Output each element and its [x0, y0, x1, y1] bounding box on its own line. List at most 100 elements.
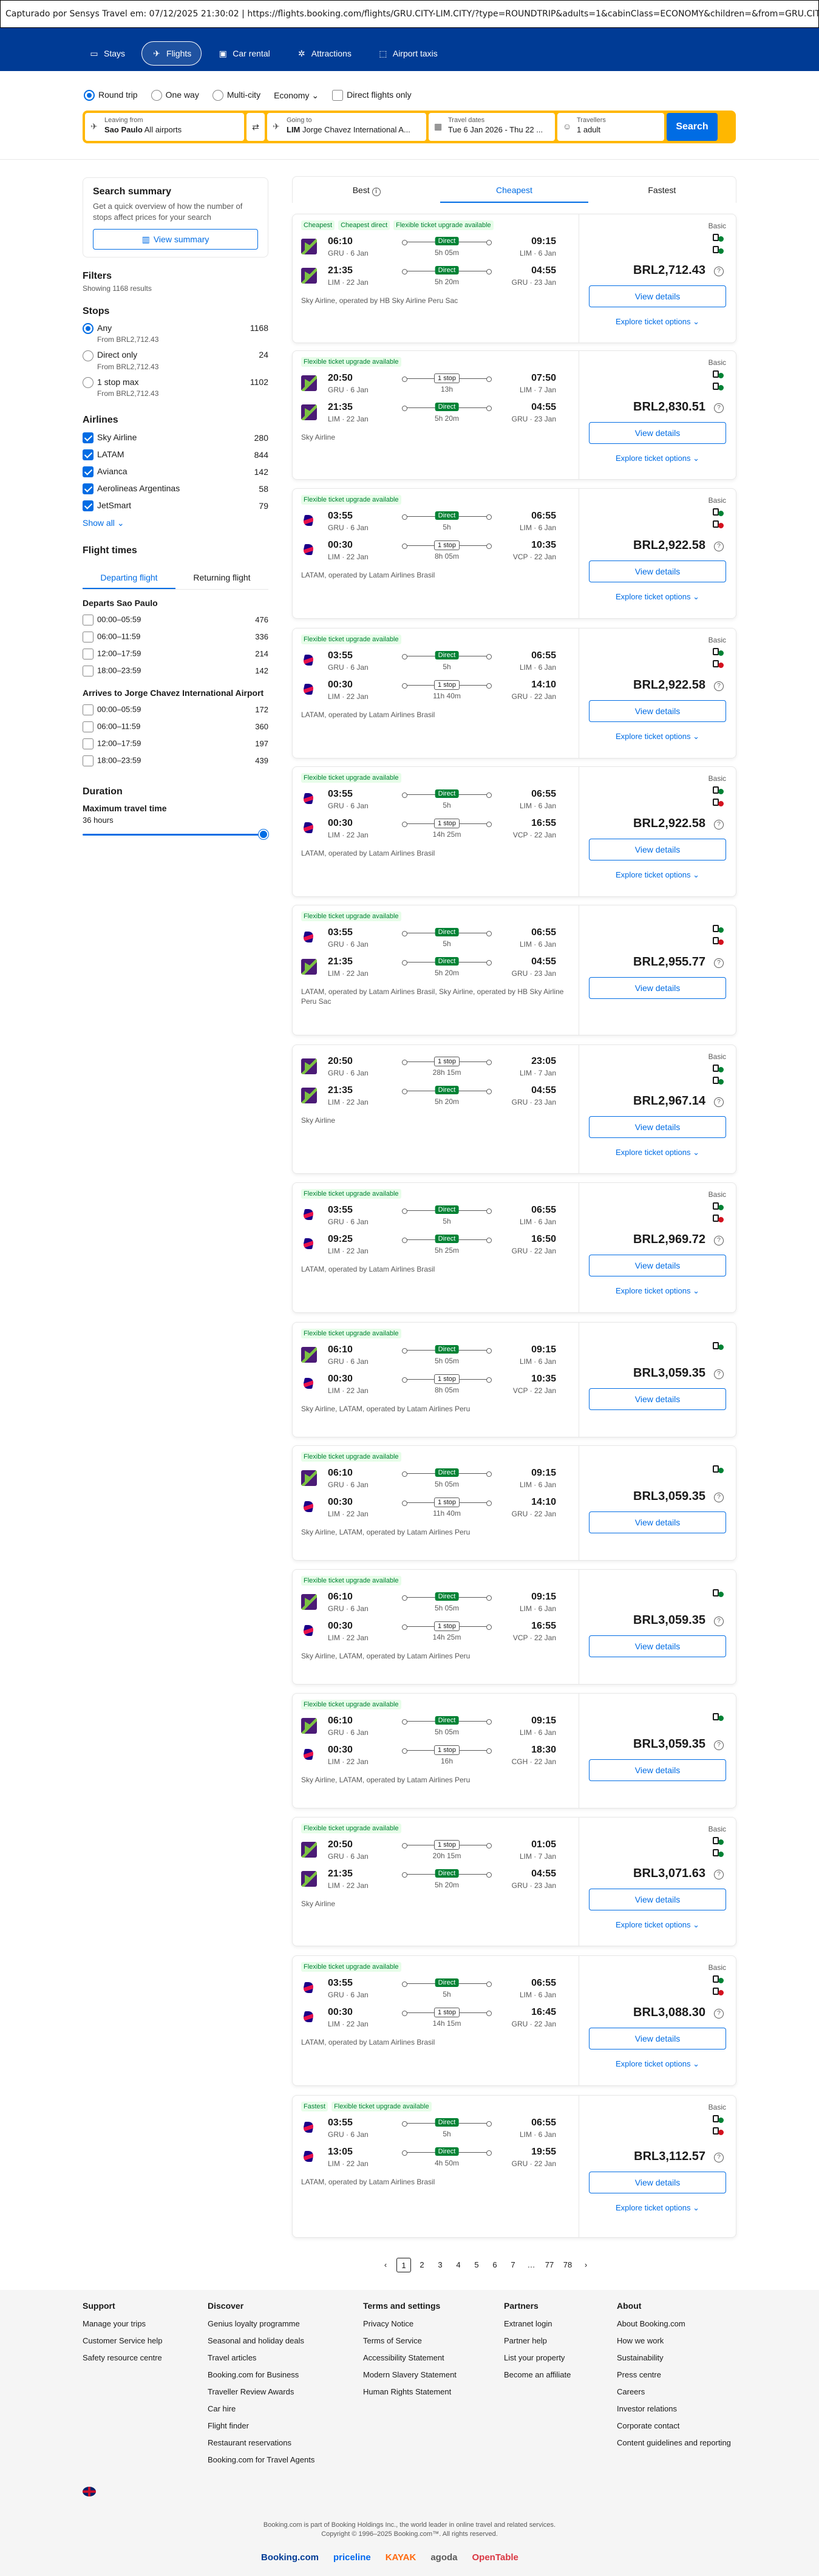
footer-link[interactable]: How we work: [617, 2332, 731, 2349]
explore-ticket-options-link[interactable]: Explore ticket options ⌄: [589, 870, 726, 880]
tab-returning-flight[interactable]: Returning flight: [175, 566, 268, 589]
view-details-button[interactable]: View details: [589, 839, 726, 860]
info-icon[interactable]: ?: [714, 267, 724, 276]
page-number[interactable]: 2: [413, 2258, 431, 2272]
one-way-radio[interactable]: One way: [151, 90, 199, 101]
page-number[interactable]: 4: [449, 2258, 467, 2272]
info-icon[interactable]: ?: [714, 958, 724, 968]
airline-option[interactable]: Aerolineas Argentinas 58: [83, 480, 268, 497]
tab-fastest[interactable]: Fastest: [588, 177, 736, 203]
page-number[interactable]: 78: [559, 2258, 577, 2272]
airline-option[interactable]: LATAM 844: [83, 446, 268, 463]
footer-link[interactable]: About Booking.com: [617, 2315, 731, 2332]
explore-ticket-options-link[interactable]: Explore ticket options ⌄: [589, 1920, 726, 1930]
origin-field[interactable]: ✈ Leaving from Sao Paulo All airports: [85, 113, 244, 141]
info-icon[interactable]: ?: [714, 1493, 724, 1502]
nav-car-rental[interactable]: ▣ Car rental: [208, 41, 280, 66]
view-details-button[interactable]: View details: [589, 1255, 726, 1276]
page-number[interactable]: 7: [504, 2258, 522, 2272]
footer-link[interactable]: Manage your trips: [83, 2315, 163, 2332]
footer-link[interactable]: Privacy Notice: [363, 2315, 457, 2332]
swap-icon[interactable]: ⇄: [246, 113, 265, 141]
view-details-button[interactable]: View details: [589, 1388, 726, 1410]
tab-cheapest[interactable]: Cheapest: [440, 177, 588, 203]
footer-link[interactable]: Flight finder: [208, 2418, 314, 2435]
nav-airport-taxis[interactable]: ⬚ Airport taxis: [368, 41, 448, 66]
footer-link[interactable]: Safety resource centre: [83, 2349, 163, 2366]
airline-option[interactable]: Avianca 142: [83, 463, 268, 480]
footer-link[interactable]: Car hire: [208, 2401, 314, 2418]
footer-link[interactable]: Restaurant reservations: [208, 2435, 314, 2452]
nav-flights[interactable]: ✈ Flights: [141, 41, 202, 66]
page-number[interactable]: 1: [396, 2258, 411, 2272]
airline-option[interactable]: Sky Airline 280: [83, 429, 268, 446]
footer-link[interactable]: Corporate contact: [617, 2418, 731, 2435]
page-number[interactable]: 5: [467, 2258, 486, 2272]
nav-stays[interactable]: ▭ Stays: [79, 41, 135, 66]
footer-link[interactable]: Accessibility Statement: [363, 2349, 457, 2366]
info-icon[interactable]: ?: [714, 2153, 724, 2162]
stops-option[interactable]: Any From BRL2,712.43 1168: [83, 323, 268, 344]
footer-link[interactable]: Booking.com for Travel Agents: [208, 2452, 314, 2469]
explore-ticket-options-link[interactable]: Explore ticket options ⌄: [589, 454, 726, 463]
tab-departing-flight[interactable]: Departing flight: [83, 566, 175, 589]
view-details-button[interactable]: View details: [589, 1116, 726, 1138]
time-option[interactable]: 06:00–11:59 336: [83, 629, 268, 646]
view-details-button[interactable]: View details: [589, 1759, 726, 1781]
explore-ticket-options-link[interactable]: Explore ticket options ⌄: [589, 1286, 726, 1296]
uk-flag-icon[interactable]: [83, 2487, 96, 2496]
stops-option[interactable]: Direct only From BRL2,712.43 24: [83, 350, 268, 371]
next-page-button[interactable]: ›: [577, 2258, 595, 2272]
explore-ticket-options-link[interactable]: Explore ticket options ⌄: [589, 317, 726, 327]
view-details-button[interactable]: View details: [589, 2028, 726, 2050]
footer-link[interactable]: Extranet login: [504, 2315, 571, 2332]
view-details-button[interactable]: View details: [589, 1511, 726, 1533]
time-option[interactable]: 12:00–17:59 197: [83, 735, 268, 752]
time-option[interactable]: 00:00–05:59 476: [83, 612, 268, 629]
footer-link[interactable]: Customer Service help: [83, 2332, 163, 2349]
multi-city-radio[interactable]: Multi-city: [212, 90, 260, 101]
footer-link[interactable]: Traveller Review Awards: [208, 2383, 314, 2401]
info-icon[interactable]: ?: [714, 403, 724, 413]
footer-link[interactable]: Modern Slavery Statement: [363, 2366, 457, 2383]
view-details-button[interactable]: View details: [589, 700, 726, 722]
explore-ticket-options-link[interactable]: Explore ticket options ⌄: [589, 1148, 726, 1157]
view-details-button[interactable]: View details: [589, 1635, 726, 1657]
slider-handle[interactable]: [259, 829, 268, 839]
footer-link[interactable]: Genius loyalty programme: [208, 2315, 314, 2332]
view-details-button[interactable]: View details: [589, 285, 726, 307]
direct-only-checkbox[interactable]: Direct flights only: [332, 90, 412, 101]
footer-link[interactable]: Travel articles: [208, 2349, 314, 2366]
footer-link[interactable]: Partner help: [504, 2332, 571, 2349]
explore-ticket-options-link[interactable]: Explore ticket options ⌄: [589, 732, 726, 741]
explore-ticket-options-link[interactable]: Explore ticket options ⌄: [589, 2203, 726, 2213]
info-icon[interactable]: ?: [714, 542, 724, 551]
dates-field[interactable]: ▦ Travel dates Tue 6 Jan 2026 - Thu 22 .…: [429, 113, 555, 141]
stops-option[interactable]: 1 stop max From BRL2,712.43 1102: [83, 377, 268, 398]
prev-page-button[interactable]: ‹: [376, 2258, 395, 2272]
info-icon[interactable]: ?: [714, 1236, 724, 1245]
footer-link[interactable]: Content guidelines and reporting: [617, 2435, 731, 2452]
footer-link[interactable]: List your property: [504, 2349, 571, 2366]
nav-attractions[interactable]: ✲ Attractions: [287, 41, 362, 66]
view-summary-button[interactable]: ▥ View summary: [93, 229, 258, 250]
info-icon[interactable]: ?: [714, 1740, 724, 1750]
page-number[interactable]: 6: [486, 2258, 504, 2272]
info-icon[interactable]: ?: [714, 1369, 724, 1379]
footer-link[interactable]: Press centre: [617, 2366, 731, 2383]
view-details-button[interactable]: View details: [589, 422, 726, 444]
time-option[interactable]: 00:00–05:59 172: [83, 701, 268, 718]
duration-slider[interactable]: [83, 828, 268, 840]
time-option[interactable]: 06:00–11:59 360: [83, 718, 268, 735]
footer-link[interactable]: Seasonal and holiday deals: [208, 2332, 314, 2349]
tab-best[interactable]: Best i: [293, 177, 440, 203]
cabin-class-select[interactable]: Economy ⌄: [274, 90, 319, 101]
destination-field[interactable]: ✈ Going to LIM Jorge Chavez Internationa…: [267, 113, 426, 141]
search-button[interactable]: Search: [667, 113, 718, 141]
info-icon[interactable]: ?: [714, 681, 724, 691]
footer-link[interactable]: Become an affiliate: [504, 2366, 571, 2383]
info-icon[interactable]: ?: [714, 2009, 724, 2019]
info-icon[interactable]: ?: [714, 1870, 724, 1879]
explore-ticket-options-link[interactable]: Explore ticket options ⌄: [589, 592, 726, 602]
page-number[interactable]: 77: [540, 2258, 559, 2272]
